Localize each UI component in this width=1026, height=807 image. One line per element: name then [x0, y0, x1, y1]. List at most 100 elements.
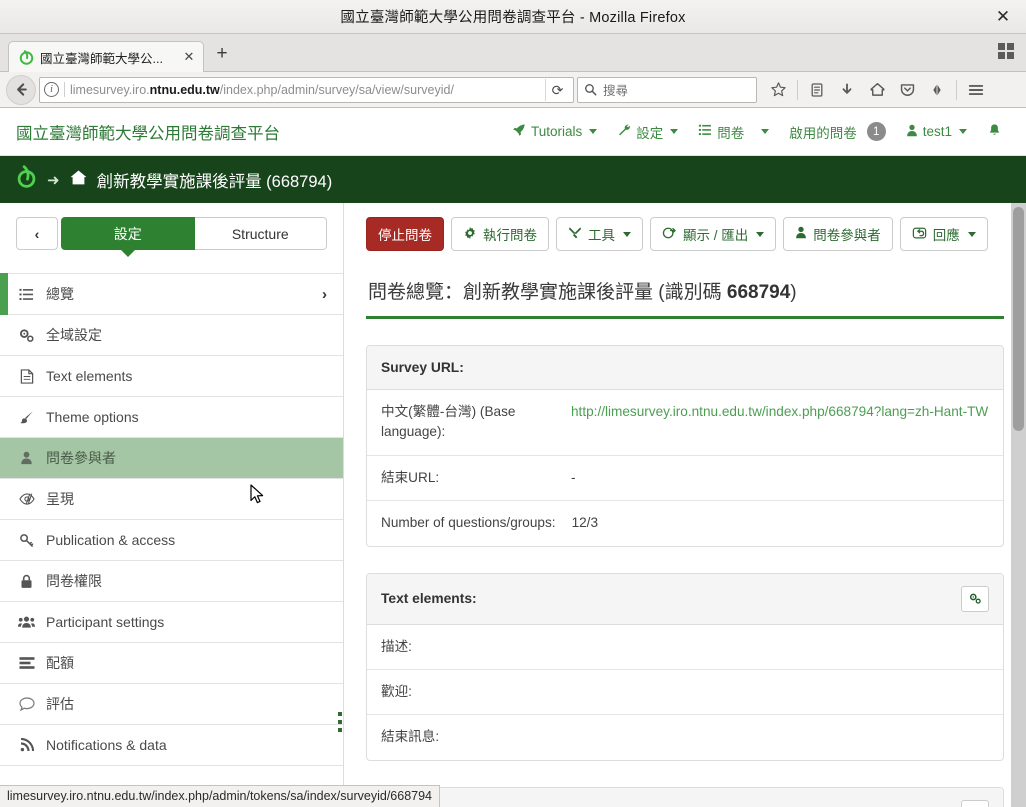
reload-icon[interactable]: ⟳ [545, 78, 569, 101]
responses-button[interactable]: 回應 [899, 217, 988, 251]
sidebar-item-publication-access[interactable]: Publication & access [0, 520, 343, 561]
sidebar-item-notifications-data[interactable]: Notifications & data [0, 725, 343, 766]
sidebar-item-label: 配額 [46, 655, 74, 671]
page-scrollbar-thumb[interactable] [1013, 207, 1024, 431]
execute-survey-button[interactable]: 執行問卷 [451, 217, 549, 251]
browser-tab[interactable]: 國立臺灣師範大學公... ✕ [8, 41, 204, 72]
menu-icon[interactable] [962, 76, 990, 104]
row-value: http://limesurvey.iro.ntnu.edu.tw/index.… [571, 402, 989, 443]
topnav-label: Tutorials [530, 124, 583, 139]
navbar-divider-2 [956, 79, 957, 100]
chevron-down-icon [589, 129, 598, 134]
export-icon [662, 226, 677, 243]
tools-icon [568, 226, 582, 243]
bell-icon [987, 123, 1002, 141]
sidebar-item-survey-participants[interactable]: 問卷參與者 [0, 438, 343, 479]
sidebar-item-survey-permissions[interactable]: 問卷權限 [0, 561, 343, 602]
topnav-item-settings[interactable]: 設定 [617, 122, 679, 142]
sidebar-item-theme-options[interactable]: Theme options [0, 397, 343, 438]
sidebar-item-label: 呈現 [46, 491, 74, 507]
bars-icon [18, 656, 35, 670]
panel-settings-gear-icon[interactable] [961, 799, 989, 807]
window-close-button[interactable]: ✕ [988, 0, 1018, 34]
page-title-suffix: ) [790, 282, 797, 303]
page-body: ‹ 設定 Structure 總覽 › 全域設定 Text elements T… [0, 203, 1026, 807]
chevron-down-icon [959, 129, 967, 134]
topnav-item-tutorials[interactable]: Tutorials [512, 123, 598, 140]
page-title: 問卷總覽：創新教學實施課後評量 (識別碼 668794) [368, 277, 1004, 304]
limesurvey-logo-icon[interactable] [16, 165, 38, 194]
sync-icon[interactable] [923, 76, 951, 104]
sidebar-collapse-button[interactable]: ‹ [16, 217, 58, 250]
topnav-item-surveys[interactable]: 問卷 [698, 122, 770, 142]
app-topnav: Tutorials 設定 問卷 啟用的問卷 1 test1 [512, 122, 1010, 142]
table-row: 結束訊息: [367, 715, 1003, 759]
panel-general-settings: General settings: [366, 786, 1004, 807]
lock-icon [18, 574, 35, 589]
firefox-window: 國立臺灣師範大學公用問卷調查平台 - Mozilla Firefox ✕ 國立臺… [0, 0, 1026, 807]
pocket-icon[interactable] [893, 76, 921, 104]
sidebar-tab-structure[interactable]: Structure [194, 217, 327, 250]
user-icon [906, 124, 918, 140]
tools-button[interactable]: 工具 [556, 217, 643, 251]
navbar-divider [797, 79, 798, 100]
row-label: 中文(繁體-台灣) (Base language): [381, 404, 516, 440]
window-titlebar: 國立臺灣師範大學公用問卷調查平台 - Mozilla Firefox ✕ [0, 0, 1026, 34]
sidebar-tab-settings[interactable]: 設定 [61, 217, 195, 250]
sidebar-item-participant-settings[interactable]: Participant settings [0, 602, 343, 643]
panel-heading: Text elements: [367, 573, 1003, 625]
search-bar[interactable]: 搜尋 [577, 76, 757, 103]
sidebar-item-presentation[interactable]: 呈現 [0, 479, 343, 520]
table-row: 中文(繁體-台灣) (Base language): http://limesu… [367, 390, 1003, 456]
breadcrumb-home-icon[interactable] [69, 168, 88, 192]
limesurvey-favicon-icon [18, 49, 34, 65]
survey-participants-button[interactable]: 問卷參與者 [783, 217, 893, 251]
topnav-item-user[interactable]: test1 [906, 124, 967, 140]
topnav-label: 設定 [636, 125, 664, 141]
browser-tab-close-icon[interactable]: ✕ [181, 49, 197, 65]
downloads-icon[interactable] [833, 76, 861, 104]
panel-heading: Survey URL: [367, 346, 1003, 390]
display-export-button[interactable]: 顯示 / 匯出 [650, 217, 777, 251]
tab-overview-icon[interactable] [998, 43, 1016, 61]
sidebar-item-global-settings[interactable]: 全域設定 [0, 315, 343, 356]
sidebar-item-label: 總覽 [46, 286, 74, 302]
sidebar-item-label: Publication & access [46, 532, 176, 548]
sidebar-item-label: Text elements [46, 368, 133, 384]
file-icon [18, 368, 35, 384]
table-row: Number of questions/groups: 12/3 [367, 501, 1003, 545]
new-tab-button[interactable]: + [207, 39, 237, 69]
survey-url-link[interactable]: http://limesurvey.iro.ntnu.edu.tw/index.… [571, 404, 988, 419]
home-icon[interactable] [863, 76, 891, 104]
back-button[interactable] [6, 74, 36, 105]
sidebar-item-overview[interactable]: 總覽 › [0, 273, 343, 315]
search-placeholder: 搜尋 [603, 84, 629, 98]
row-label: 描述: [381, 638, 412, 654]
url-bar[interactable]: i limesurvey.iro.ntnu.edu.tw/index.php/a… [39, 76, 574, 103]
main-content: 停止問卷 執行問卷 工具 顯示 / 匯出 問卷參與者 回應 問卷總覽：創新教學實… [344, 203, 1026, 807]
sidebar-item-text-elements[interactable]: Text elements [0, 356, 343, 397]
sidebar-item-assessments[interactable]: 評估 [0, 684, 343, 725]
topnav-item-notifications[interactable] [987, 123, 1002, 141]
url-text: limesurvey.iro.ntnu.edu.tw/index.php/adm… [70, 83, 540, 97]
stop-survey-button[interactable]: 停止問卷 [366, 217, 444, 251]
bookmark-star-icon[interactable] [764, 76, 792, 104]
library-icon[interactable] [803, 76, 831, 104]
site-info-icon[interactable]: i [44, 82, 59, 97]
page-scrollbar[interactable] [1011, 203, 1026, 807]
sidebar-item-label: Theme options [46, 409, 139, 425]
topnav-item-active-surveys[interactable]: 啟用的問卷 1 [789, 122, 886, 142]
sidebar-item-quotas[interactable]: 配額 [0, 643, 343, 684]
app-brand[interactable]: 國立臺灣師範大學公用問卷調查平台 [16, 120, 280, 144]
row-label: 結束URL: [381, 469, 440, 485]
status-bar: limesurvey.iro.ntnu.edu.tw/index.php/adm… [0, 785, 441, 807]
page-title-id: 668794 [726, 282, 791, 303]
list-icon [698, 123, 712, 140]
sidebar-item-label: 評估 [46, 696, 74, 712]
panel-heading-label: Survey URL: [381, 360, 464, 375]
panel-settings-gear-icon[interactable] [961, 585, 989, 612]
chevron-down-icon [967, 231, 976, 237]
sidebar-menu: 總覽 › 全域設定 Text elements Theme options 問卷… [0, 273, 343, 766]
breadcrumb-title[interactable]: 創新教學實施課後評量 (668794) [97, 168, 333, 192]
comment-icon [18, 697, 35, 711]
